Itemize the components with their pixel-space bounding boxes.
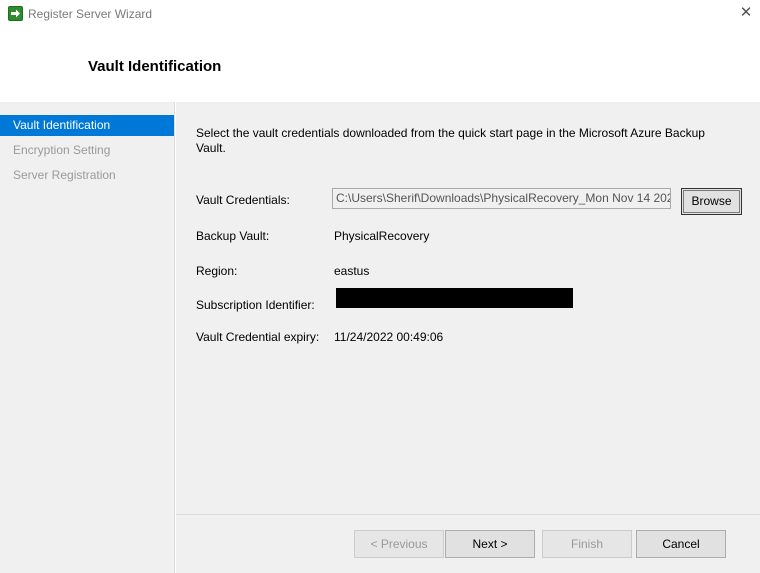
vault-credential-expiry-value: 11/24/2022 00:49:06	[334, 330, 444, 344]
vault-credentials-field[interactable]: C:\Users\Sherif\Downloads\PhysicalRecove…	[332, 188, 671, 209]
subscription-identifier-label: Subscription Identifier:	[196, 298, 315, 312]
page-title: Vault Identification	[88, 58, 222, 75]
window-title: Register Server Wizard	[28, 7, 153, 21]
step-encryption-setting: Encryption Setting	[13, 143, 111, 157]
footer-divider	[176, 514, 760, 515]
step-vault-identification[interactable]: Vault Identification	[0, 115, 174, 136]
region-label: Region:	[196, 264, 238, 278]
subscription-identifier-redacted	[336, 288, 573, 308]
step-server-registration: Server Registration	[13, 168, 116, 182]
backup-vault-value: PhysicalRecovery	[334, 229, 430, 243]
vault-credentials-label: Vault Credentials:	[196, 193, 290, 207]
previous-button[interactable]: < Previous	[354, 530, 444, 558]
backup-vault-label: Backup Vault:	[196, 229, 270, 243]
arrow-right-icon	[8, 6, 23, 21]
next-button[interactable]: Next >	[445, 530, 535, 558]
region-value: eastus	[334, 264, 370, 278]
wizard-content: Select the vault credentials downloaded …	[176, 102, 760, 573]
close-icon[interactable]: ✕	[738, 4, 754, 20]
browse-button[interactable]: Browse	[681, 188, 742, 215]
wizard-header: Vault Identification	[0, 28, 760, 102]
title-bar: Register Server Wizard ✕	[0, 0, 760, 28]
wizard-steps-sidebar: Vault Identification Encryption Setting …	[0, 102, 175, 573]
vault-credential-expiry-label: Vault Credential expiry:	[196, 330, 320, 344]
cancel-button[interactable]: Cancel	[636, 530, 726, 558]
intro-text: Select the vault credentials downloaded …	[196, 126, 705, 155]
finish-button[interactable]: Finish	[542, 530, 632, 558]
